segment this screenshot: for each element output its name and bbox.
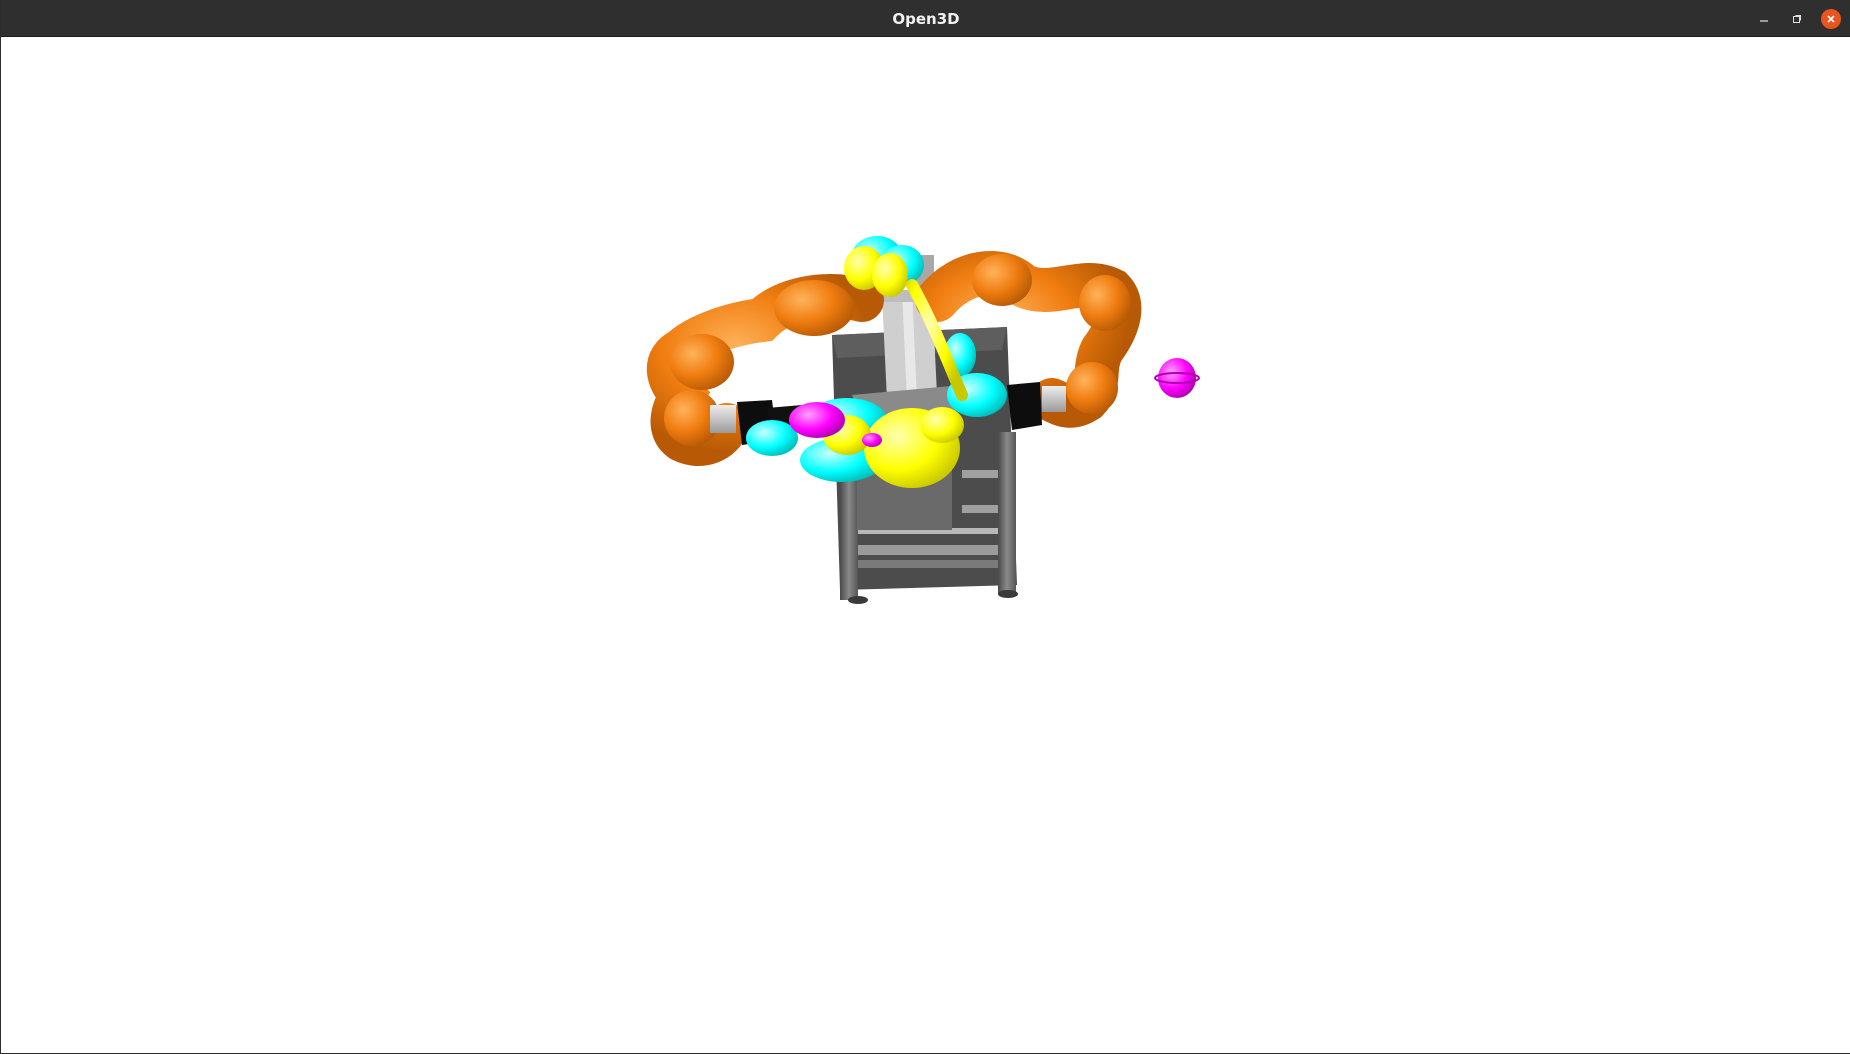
minimize-icon: [1760, 20, 1768, 22]
scene-render: [646, 236, 1200, 604]
open3d-window: Open3D: [0, 0, 1850, 1054]
minimize-button[interactable]: [1754, 9, 1774, 29]
title-bar[interactable]: Open3D: [1, 0, 1850, 37]
close-icon: [1827, 15, 1835, 23]
restore-icon: [1793, 15, 1801, 23]
close-button[interactable]: [1821, 9, 1841, 29]
restore-button[interactable]: [1787, 9, 1807, 29]
3d-viewport[interactable]: [2, 37, 1850, 1053]
window-title: Open3D: [892, 10, 960, 28]
